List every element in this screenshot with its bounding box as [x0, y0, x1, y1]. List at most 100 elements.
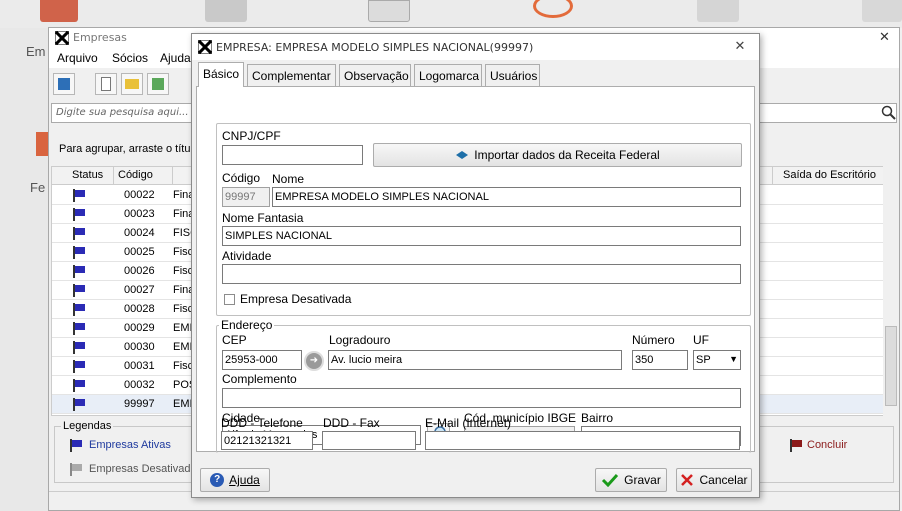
desativada-label: Empresa Desativada	[240, 292, 352, 306]
ddd-fax-label: DDD - Fax	[323, 416, 380, 430]
flag-blue-icon	[70, 439, 82, 452]
ribbon-money-icon[interactable]	[533, 0, 573, 18]
ddd-tel-input[interactable]: 02121321321	[221, 431, 313, 450]
desativada-checkbox[interactable]	[224, 294, 235, 305]
tab-basico[interactable]: Básico	[198, 62, 244, 87]
legend-active: Empresas Ativas	[89, 439, 171, 451]
app-logo-icon	[198, 40, 212, 54]
legend-inactive: Empresas Desativada	[89, 463, 197, 475]
row-code: 00030	[124, 341, 155, 353]
menu-socios[interactable]: Sócios	[112, 51, 148, 65]
row-code: 00025	[124, 246, 155, 258]
left-label-em: Em	[26, 44, 46, 59]
refresh-icon[interactable]	[147, 73, 169, 95]
import-receita-label: Importar dados da Receita Federal	[474, 148, 660, 162]
col-status[interactable]: Status	[52, 167, 114, 185]
row-code: 00032	[124, 379, 155, 391]
tab-logomarca[interactable]: Logomarca	[414, 64, 482, 86]
endereco-label: Endereço	[219, 318, 275, 332]
ribbon-grid-icon[interactable]	[862, 0, 902, 22]
row-code: 00026	[124, 265, 155, 277]
tab-complementar[interactable]: Complementar	[247, 64, 336, 86]
dialog-titlebar: EMPRESA: EMPRESA MODELO SIMPLES NACIONAL…	[192, 34, 759, 60]
codigo-input[interactable]: 99997	[222, 187, 270, 207]
email-input[interactable]	[425, 431, 740, 450]
bairro-label: Bairro	[581, 411, 614, 425]
cancelar-label: Cancelar	[699, 473, 748, 487]
ddd-fax-input[interactable]	[322, 431, 416, 450]
cancelar-button[interactable]: Cancelar	[676, 468, 752, 492]
row-code: 00028	[124, 303, 155, 315]
ribbon-users-icon[interactable]	[205, 0, 247, 22]
numero-input[interactable]: 350	[632, 350, 688, 370]
flag-blue-icon	[73, 189, 85, 202]
flag-gray-icon	[70, 463, 82, 476]
complemento-input[interactable]	[222, 388, 741, 408]
col-saida[interactable]: Saída do Escritório	[773, 167, 885, 185]
ribbon-search-doc-icon[interactable]	[697, 0, 739, 22]
row-name: EMI	[173, 398, 193, 410]
dialog-close-icon[interactable]: ✕	[733, 40, 747, 54]
flag-blue-icon	[73, 284, 85, 297]
concluir-link[interactable]: Concluir	[807, 439, 847, 451]
flag-blue-icon	[73, 398, 85, 411]
exit-icon[interactable]	[53, 73, 75, 95]
new-doc-icon[interactable]	[95, 73, 117, 95]
main-ribbon	[0, 0, 902, 28]
app-logo-icon	[55, 31, 69, 45]
flag-red-icon[interactable]	[789, 439, 803, 452]
left-label-fe: Fe	[30, 180, 46, 195]
empresas-close-icon[interactable]: ✕	[879, 30, 890, 45]
flag-blue-icon	[73, 265, 85, 278]
col-codigo[interactable]: Código	[114, 167, 173, 185]
fantasia-label: Nome Fantasia	[222, 211, 304, 225]
menu-ajuda[interactable]: Ajuda	[160, 51, 191, 65]
search-placeholder: Digite sua pesquisa aqui...	[56, 107, 189, 118]
flag-blue-icon	[73, 322, 85, 335]
uf-label: UF	[693, 333, 709, 347]
row-code: 00022	[124, 189, 155, 201]
open-folder-icon[interactable]	[121, 73, 143, 95]
logradouro-input[interactable]: Av. lucio meira	[328, 350, 622, 370]
chevron-down-icon[interactable]: ▼	[729, 354, 738, 364]
row-code: 00029	[124, 322, 155, 334]
flag-blue-icon	[73, 246, 85, 259]
atividade-label: Atividade	[222, 249, 272, 263]
cep-lookup-icon[interactable]: ➜	[304, 351, 324, 371]
flag-blue-icon	[73, 303, 85, 316]
cep-input[interactable]: 25953-000	[222, 350, 302, 370]
scrollbar-thumb[interactable]	[885, 326, 897, 406]
uf-select[interactable]: SP ▼	[693, 350, 741, 370]
ribbon-icon-1[interactable]	[40, 0, 78, 22]
flag-blue-icon	[73, 379, 85, 392]
row-code: 00024	[124, 227, 155, 239]
cancel-x-icon	[681, 474, 694, 486]
nome-input[interactable]: EMPRESA MODELO SIMPLES NACIONAL	[272, 187, 741, 207]
search-icon[interactable]	[881, 105, 897, 121]
left-orange-icon	[36, 132, 48, 156]
numero-label: Número	[632, 333, 675, 347]
flag-blue-icon	[73, 227, 85, 240]
tab-observacao[interactable]: Observação	[339, 64, 411, 86]
import-icon	[456, 151, 469, 159]
ddd-tel-label: DDD - Telefone	[221, 416, 303, 430]
legend-title: Legendas	[61, 420, 114, 432]
tab-usuarios[interactable]: Usuários	[485, 64, 540, 86]
menu-arquivo[interactable]: Arquivo	[57, 51, 98, 65]
flag-blue-icon	[73, 360, 85, 373]
empresa-dialog: EMPRESA: EMPRESA MODELO SIMPLES NACIONAL…	[191, 33, 760, 498]
fantasia-input[interactable]: SIMPLES NACIONAL	[222, 226, 741, 246]
ajuda-button[interactable]: ? Ajuda	[200, 468, 270, 492]
gravar-button[interactable]: Gravar	[595, 468, 667, 492]
gravar-label: Gravar	[624, 473, 661, 487]
group-hint: Para agrupar, arraste o título	[59, 143, 200, 155]
cnpj-input[interactable]	[222, 145, 363, 165]
atividade-input[interactable]	[222, 264, 741, 284]
import-receita-button[interactable]: Importar dados da Receita Federal	[373, 143, 742, 167]
codigo-label: Código	[222, 171, 261, 185]
complemento-label: Complemento	[222, 372, 297, 386]
grid-scrollbar[interactable]	[883, 166, 899, 416]
ribbon-calc-icon[interactable]	[368, 0, 410, 22]
logradouro-label: Logradouro	[329, 333, 391, 347]
ajuda-label: Ajuda	[229, 473, 260, 487]
